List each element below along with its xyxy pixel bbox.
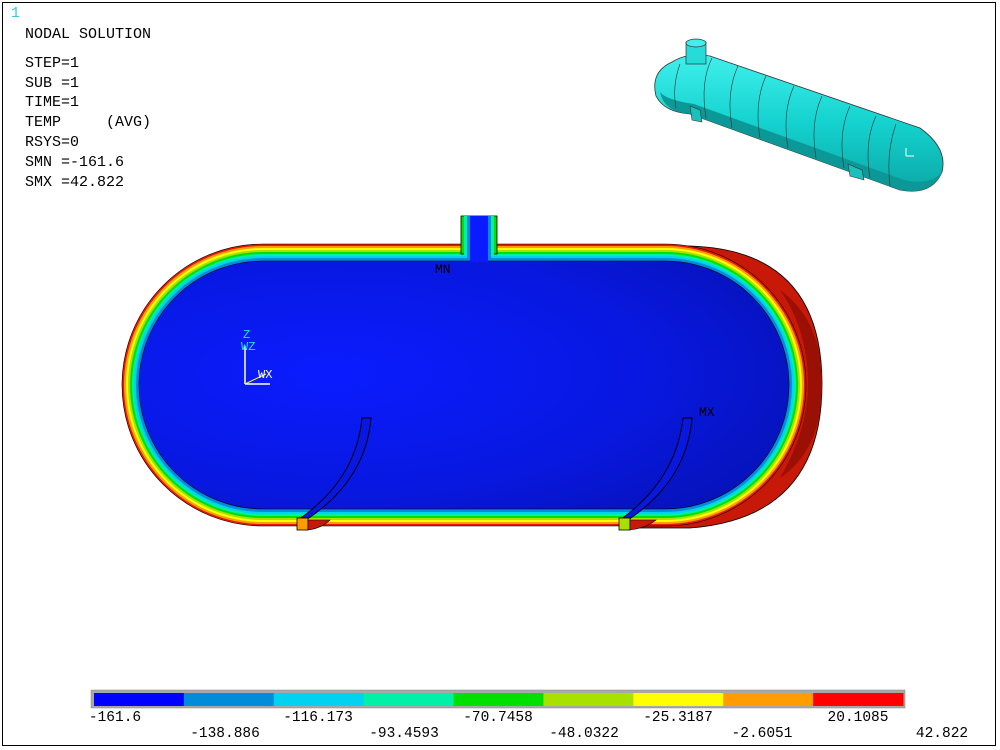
- legend-swatch-6: [543, 693, 634, 706]
- saddle-right-foot: [618, 517, 631, 531]
- legend-swatch-9: [813, 693, 904, 706]
- mini-vessel-body: [654, 54, 944, 192]
- mini-view: [654, 38, 944, 192]
- legend-swatch-5: [453, 693, 544, 706]
- legend-swatch-8: [723, 693, 814, 706]
- legend-swatch-4: [363, 693, 455, 706]
- model-view[interactable]: [0, 0, 1000, 750]
- legend-swatch-2: [183, 693, 275, 706]
- legend-swatches: [94, 693, 904, 706]
- saddle-left-foot: [296, 517, 309, 531]
- vessel-body: [138, 260, 790, 510]
- legend-swatch-3: [273, 693, 365, 706]
- nozzle-bore: [470, 216, 488, 262]
- mini-nozzle-top: [685, 38, 707, 48]
- legend-swatch-1: [94, 693, 185, 706]
- legend-swatch-7: [633, 693, 724, 706]
